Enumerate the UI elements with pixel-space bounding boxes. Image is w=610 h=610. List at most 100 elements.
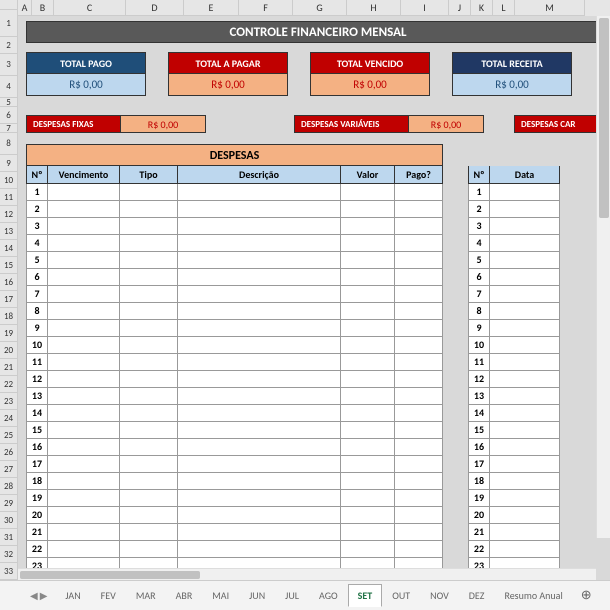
row-header-6[interactable]: 6 (0, 107, 18, 124)
cell[interactable]: 21 (468, 524, 490, 541)
summary-value[interactable]: R$ 0,00 (168, 74, 288, 96)
col-header-M[interactable]: M (515, 0, 585, 16)
cell[interactable] (490, 524, 560, 541)
table-row[interactable]: 13 (468, 388, 610, 405)
cell[interactable] (48, 218, 120, 235)
cell[interactable] (120, 286, 178, 303)
cell[interactable]: 4 (468, 235, 490, 252)
col-header-C[interactable]: C (54, 0, 126, 16)
sheet-tab-mar[interactable]: MAR (126, 584, 166, 607)
cell[interactable] (120, 507, 178, 524)
cell[interactable] (48, 490, 120, 507)
cell[interactable] (395, 286, 443, 303)
col-header-F[interactable]: F (239, 0, 293, 16)
cell[interactable] (120, 456, 178, 473)
table-row[interactable]: 8 (26, 303, 443, 320)
cell[interactable] (178, 286, 341, 303)
cell[interactable] (490, 252, 560, 269)
col-header-E[interactable]: E (184, 0, 239, 16)
row-header-5[interactable]: 5 (0, 98, 18, 107)
row-header-25[interactable]: 25 (0, 427, 18, 444)
cell[interactable] (178, 303, 341, 320)
cell[interactable]: 5 (468, 252, 490, 269)
category-value-0[interactable]: R$ 0,00 (121, 115, 206, 133)
cell[interactable]: 15 (26, 422, 48, 439)
cell[interactable] (48, 456, 120, 473)
table-row[interactable]: 1 (26, 184, 443, 201)
cell[interactable] (341, 303, 395, 320)
table-row[interactable]: 3 (468, 218, 610, 235)
cell[interactable] (341, 490, 395, 507)
scroll-thumb-v[interactable] (599, 18, 609, 218)
table-row[interactable]: 6 (26, 269, 443, 286)
cell[interactable] (395, 388, 443, 405)
cell[interactable] (490, 184, 560, 201)
table-row[interactable]: 10 (26, 337, 443, 354)
cell[interactable]: 13 (26, 388, 48, 405)
cell[interactable]: 10 (26, 337, 48, 354)
table-row[interactable]: 22 (468, 541, 610, 558)
row-header-11[interactable]: 11 (0, 189, 18, 206)
table-row[interactable]: 14 (468, 405, 610, 422)
cell[interactable] (178, 388, 341, 405)
cell[interactable]: 12 (468, 371, 490, 388)
cell[interactable] (490, 337, 560, 354)
cell[interactable] (341, 524, 395, 541)
row-header-9[interactable]: 9 (0, 155, 18, 172)
cell[interactable]: 20 (26, 507, 48, 524)
cell[interactable] (395, 201, 443, 218)
cell[interactable] (490, 303, 560, 320)
cell[interactable] (120, 235, 178, 252)
cell[interactable] (120, 269, 178, 286)
cell[interactable] (178, 490, 341, 507)
cell[interactable] (395, 371, 443, 388)
chevron-left-icon[interactable]: ◀ (30, 589, 38, 602)
cell[interactable] (120, 541, 178, 558)
row-header-14[interactable]: 14 (0, 240, 18, 257)
row-header-32[interactable]: 32 (0, 546, 18, 563)
cell[interactable]: 13 (468, 388, 490, 405)
table-row[interactable]: 12 (468, 371, 610, 388)
table-row[interactable]: 16 (26, 439, 443, 456)
row-header-28[interactable]: 28 (0, 478, 18, 495)
cell[interactable] (178, 184, 341, 201)
table-row[interactable]: 1 (468, 184, 610, 201)
cell[interactable]: 20 (468, 507, 490, 524)
cell[interactable] (48, 541, 120, 558)
row-header-26[interactable]: 26 (0, 444, 18, 461)
cell[interactable] (341, 473, 395, 490)
row-header-4[interactable]: 4 (0, 76, 18, 98)
col-header-vencimento[interactable]: Vencimento (48, 166, 120, 184)
cell[interactable] (490, 320, 560, 337)
chevron-right-icon[interactable]: ▶ (40, 589, 48, 602)
cell[interactable]: 8 (468, 303, 490, 320)
cell[interactable] (120, 422, 178, 439)
table-row[interactable]: 7 (26, 286, 443, 303)
summary-value[interactable]: R$ 0,00 (26, 74, 146, 96)
cell[interactable]: 5 (26, 252, 48, 269)
table-row[interactable]: 5 (468, 252, 610, 269)
row-header-19[interactable]: 19 (0, 325, 18, 342)
row-header-33[interactable]: 33 (0, 563, 18, 580)
cell[interactable] (395, 235, 443, 252)
col-header-no[interactable]: Nº (26, 166, 48, 184)
cell[interactable]: 14 (26, 405, 48, 422)
cell[interactable]: 22 (26, 541, 48, 558)
cell[interactable]: 21 (26, 524, 48, 541)
cell[interactable]: 11 (26, 354, 48, 371)
cell[interactable]: 1 (26, 184, 48, 201)
cell[interactable] (120, 439, 178, 456)
row-header-21[interactable]: 21 (0, 359, 18, 376)
row-header-1[interactable]: 1 (0, 10, 18, 37)
cell[interactable] (490, 235, 560, 252)
cell[interactable] (120, 490, 178, 507)
row-header-7[interactable]: 7 (0, 124, 18, 133)
cell[interactable] (341, 252, 395, 269)
cell[interactable]: 6 (26, 269, 48, 286)
cell[interactable] (341, 269, 395, 286)
cell[interactable] (395, 337, 443, 354)
cell[interactable]: 19 (26, 490, 48, 507)
table-row[interactable]: 19 (26, 490, 443, 507)
cell[interactable] (395, 473, 443, 490)
cell[interactable] (490, 473, 560, 490)
